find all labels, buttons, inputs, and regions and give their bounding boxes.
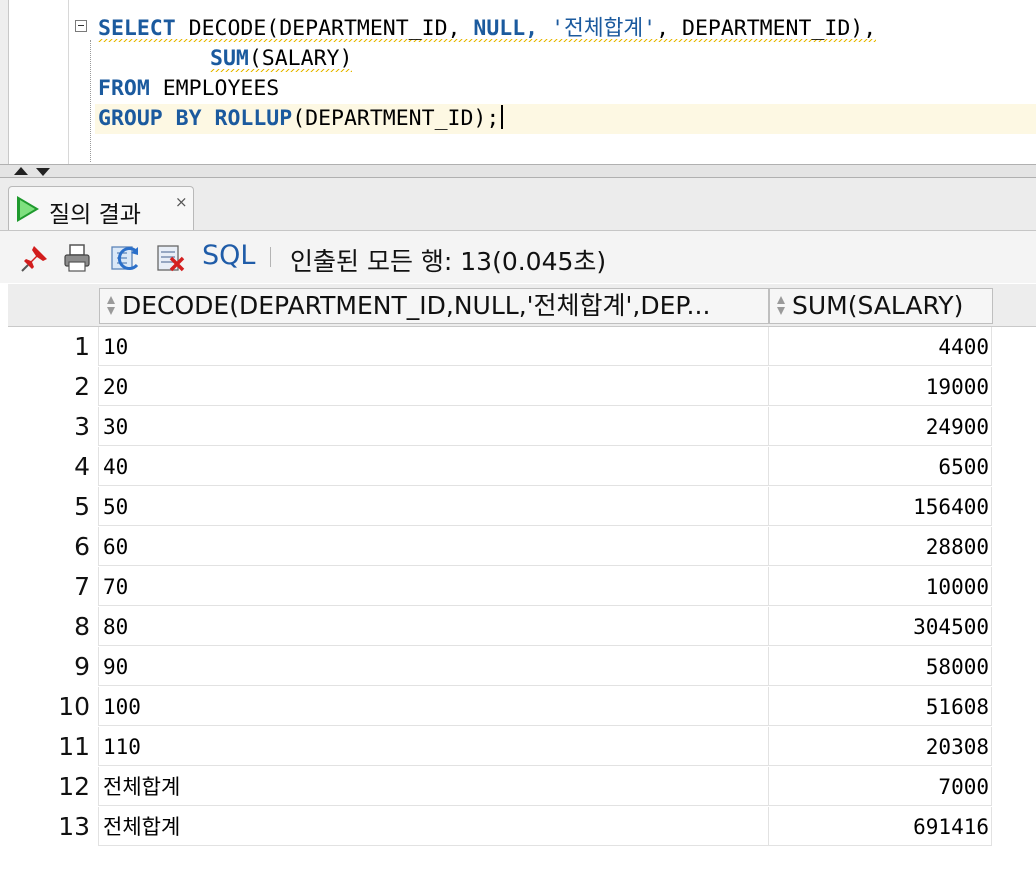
text-caret — [501, 105, 504, 129]
expand-up-icon[interactable] — [14, 167, 28, 175]
close-icon[interactable]: × — [175, 193, 188, 211]
cell-sum-salary[interactable]: 20308 — [768, 727, 992, 766]
cell-department[interactable]: 110 — [98, 727, 768, 766]
fetch-status: 인출된 모든 행: 13(0.045초) — [290, 247, 607, 276]
toolbar-separator — [270, 247, 271, 267]
table-row[interactable]: 6 60 28800 — [8, 527, 992, 567]
table-row[interactable]: 4 40 6500 — [8, 447, 992, 487]
table-row[interactable]: 5 50 156400 — [8, 487, 992, 527]
cell-sum-salary[interactable]: 4400 — [768, 327, 992, 366]
row-number: 5 — [74, 492, 90, 521]
editor-left-edge — [0, 0, 9, 164]
cell-department[interactable]: 70 — [98, 567, 768, 606]
cell-department[interactable]: 50 — [98, 487, 768, 526]
row-number: 1 — [74, 332, 90, 361]
table-row[interactable]: 10 100 51608 — [8, 687, 992, 727]
pin-icon[interactable] — [20, 243, 50, 273]
decode-call: DECODE(DEPARTMENT_ID, — [188, 16, 461, 41]
print-icon[interactable] — [62, 243, 92, 273]
tab-label: 질의 결과 — [49, 202, 141, 228]
cell-sum-salary[interactable]: 51608 — [768, 687, 992, 726]
row-number: 10 — [58, 692, 90, 721]
column-header-decode[interactable]: DECODE(DEPARTMENT_ID,NULL,'전체합계',DEP... — [99, 288, 769, 324]
column-header-label: SUM(SALARY) — [792, 291, 964, 320]
string-literal: '전체합계' — [551, 16, 657, 41]
pane-splitter[interactable] — [0, 164, 1036, 178]
cell-department[interactable]: 100 — [98, 687, 768, 726]
table-row[interactable]: 13 전체합계 691416 — [8, 807, 992, 847]
row-number: 13 — [58, 812, 90, 841]
code-line-4[interactable]: GROUP BY ROLLUP(DEPARTMENT_ID); — [98, 104, 504, 134]
row-number: 6 — [74, 532, 90, 561]
keyword-from: FROM — [98, 76, 150, 101]
row-number: 3 — [74, 412, 90, 441]
fold-collapse-icon[interactable] — [75, 20, 87, 32]
row-number: 7 — [74, 572, 90, 601]
cell-department[interactable]: 전체합계 — [98, 767, 768, 806]
row-number: 2 — [74, 372, 90, 401]
row-number: 4 — [74, 452, 90, 481]
editor-gutter — [68, 0, 69, 164]
table-row[interactable]: 8 80 304500 — [8, 607, 992, 647]
cell-department[interactable]: 30 — [98, 407, 768, 446]
code-text: (DEPARTMENT_ID); — [292, 106, 500, 131]
cell-sum-salary[interactable]: 19000 — [768, 367, 992, 406]
sql-editor[interactable]: SELECT DECODE(DEPARTMENT_ID, NULL, '전체합계… — [0, 0, 1036, 164]
results-toolbar: SQL 인출된 모든 행: 13(0.045초) — [0, 231, 1036, 283]
code-text: , DEPARTMENT_ID), — [656, 16, 877, 41]
sort-icon — [776, 295, 787, 317]
cell-sum-salary[interactable]: 156400 — [768, 487, 992, 526]
row-number: 8 — [74, 612, 90, 641]
cell-sum-salary[interactable]: 28800 — [768, 527, 992, 566]
keyword-rollup: ROLLUP — [214, 106, 293, 131]
result-grid[interactable]: DECODE(DEPARTMENT_ID,NULL,'전체합계',DEP... … — [8, 284, 1036, 890]
column-header-sum-salary[interactable]: SUM(SALARY) — [769, 288, 993, 324]
table-row[interactable]: 3 30 24900 — [8, 407, 992, 447]
keyword-group-by: GROUP BY — [98, 106, 202, 131]
cell-department[interactable]: 60 — [98, 527, 768, 566]
tab-query-result[interactable]: 질의 결과 × — [8, 186, 194, 230]
results-tabbar: 질의 결과 × — [0, 178, 1036, 231]
table-row[interactable]: 7 70 10000 — [8, 567, 992, 607]
row-number: 11 — [58, 732, 90, 761]
table-row[interactable]: 11 110 20308 — [8, 727, 992, 767]
row-number: 9 — [74, 652, 90, 681]
collapse-down-icon[interactable] — [36, 168, 50, 176]
run-query-icon — [17, 196, 39, 222]
table-row[interactable]: 2 20 19000 — [8, 367, 992, 407]
table-row[interactable]: 12 전체합계 7000 — [8, 767, 992, 807]
cell-sum-salary[interactable]: 304500 — [768, 607, 992, 646]
sort-icon — [106, 295, 117, 317]
cell-sum-salary[interactable]: 24900 — [768, 407, 992, 446]
cell-sum-salary[interactable]: 7000 — [768, 767, 992, 806]
cell-department[interactable]: 전체합계 — [98, 807, 768, 846]
keyword-null: NULL, — [473, 16, 539, 41]
table-row[interactable]: 9 90 58000 — [8, 647, 992, 687]
code-text: EMPLOYEES — [162, 76, 280, 101]
refresh-icon[interactable] — [110, 243, 140, 273]
cell-department[interactable]: 90 — [98, 647, 768, 686]
cell-department[interactable]: 80 — [98, 607, 768, 646]
cell-sum-salary[interactable]: 58000 — [768, 647, 992, 686]
code-line-3[interactable]: FROM EMPLOYEES — [98, 74, 279, 104]
cell-sum-salary[interactable]: 10000 — [768, 567, 992, 606]
sql-button[interactable]: SQL — [202, 240, 255, 271]
code-line-2[interactable]: SUM(SALARY) — [210, 44, 353, 74]
fold-guide — [90, 40, 91, 162]
cell-department[interactable]: 20 — [98, 367, 768, 406]
cell-department[interactable]: 40 — [98, 447, 768, 486]
keyword-select: SELECT — [98, 16, 176, 41]
grid-header: DECODE(DEPARTMENT_ID,NULL,'전체합계',DEP... … — [8, 284, 1036, 327]
keyword-sum: SUM — [210, 46, 249, 71]
table-row[interactable]: 1 10 4400 — [8, 327, 992, 367]
clear-icon[interactable] — [156, 243, 186, 273]
column-header-label: DECODE(DEPARTMENT_ID,NULL,'전체합계',DEP... — [122, 291, 711, 320]
row-number: 12 — [58, 772, 90, 801]
cell-department[interactable]: 10 — [98, 327, 768, 366]
cell-sum-salary[interactable]: 691416 — [768, 807, 992, 846]
code-text: (SALARY) — [248, 46, 353, 71]
code-line-1[interactable]: SELECT DECODE(DEPARTMENT_ID, NULL, '전체합계… — [98, 14, 877, 44]
cell-sum-salary[interactable]: 6500 — [768, 447, 992, 486]
